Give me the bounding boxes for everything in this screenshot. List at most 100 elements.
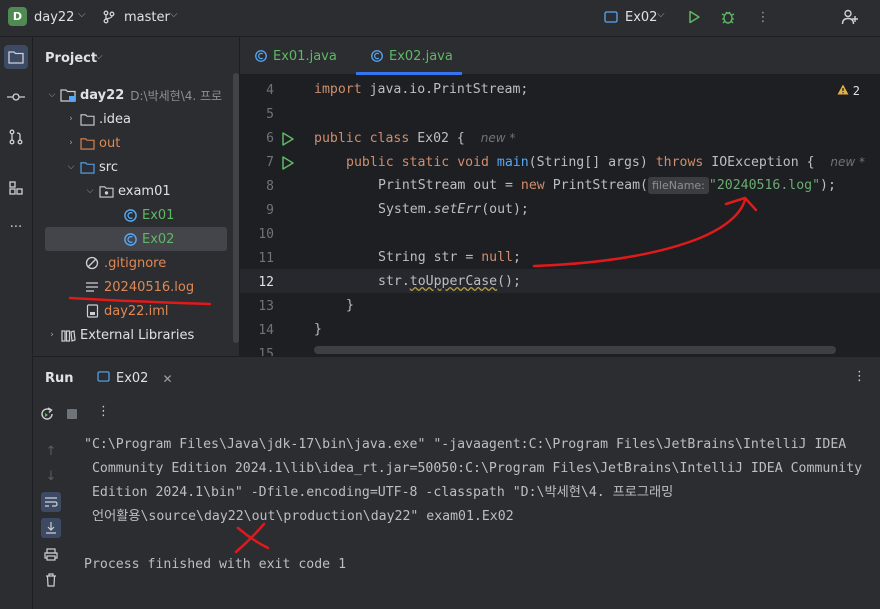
library-icon (59, 327, 77, 343)
more-horizontal-icon[interactable]: ··· (4, 215, 28, 239)
line-number: 14 (258, 323, 274, 338)
close-icon[interactable]: ✕ (162, 372, 172, 386)
application-config-icon (97, 371, 110, 386)
tab-ex02-java[interactable]: Ex02.java (356, 37, 462, 75)
code-line-12: str.toUpperCase(); (378, 274, 521, 289)
current-line-highlight (240, 269, 880, 293)
package-icon (97, 183, 115, 199)
title-bar: D day22 ⌵ master ⌵ Ex02 ⌵ ⋮ (0, 0, 880, 37)
project-folder-icon[interactable] (4, 45, 28, 69)
line-number: 8 (266, 179, 274, 194)
run-icon[interactable] (683, 6, 705, 28)
collapsed-arrow-icon[interactable]: › (45, 330, 59, 340)
code-line-9: System.setErr(out); (378, 202, 529, 217)
pull-requests-icon[interactable] (4, 125, 28, 149)
line-number: 10 (258, 227, 274, 242)
console-line: "C:\Program Files\Java\jdk-17\bin\java.e… (84, 437, 847, 452)
run-main-icon[interactable] (280, 155, 296, 171)
tree-item-ex01[interactable]: Ex01 (33, 203, 233, 227)
more-vertical-icon[interactable]: ⋮ (97, 404, 110, 419)
warning-count: 2 (852, 84, 860, 98)
tree-item-iml[interactable]: day22.iml (33, 299, 233, 323)
console-line: 언어활용\source\day22\out\production\day22" … (84, 509, 514, 524)
warning-icon (837, 84, 849, 98)
expanded-arrow-icon[interactable]: ⌵ (45, 90, 59, 100)
tree-item-external-libraries[interactable]: › External Libraries (33, 323, 233, 347)
scroll-to-end-icon[interactable] (41, 518, 61, 538)
application-config-icon (600, 6, 622, 28)
source-folder-icon (78, 159, 96, 175)
debug-icon[interactable] (717, 6, 739, 28)
inlay-author-hint: new * (480, 131, 516, 145)
code-editor[interactable]: 2 4 5 6 7 8 9 10 11 12 13 14 15 import j… (240, 75, 880, 356)
tree-item-label: 20240516.log (104, 279, 195, 295)
run-config-name[interactable]: Ex02 (625, 10, 657, 25)
trash-icon[interactable] (41, 570, 61, 590)
collapsed-arrow-icon[interactable]: › (64, 114, 78, 124)
structure-icon[interactable] (4, 176, 28, 200)
add-user-icon[interactable] (839, 6, 861, 28)
tree-item-src[interactable]: ⌵ src (33, 155, 233, 179)
text-file-icon (83, 279, 101, 295)
commit-icon[interactable] (4, 85, 28, 109)
java-class-icon (121, 207, 139, 223)
tree-item-label: day22.iml (104, 303, 169, 319)
tree-item-log-file[interactable]: 20240516.log (33, 275, 233, 299)
expanded-arrow-icon[interactable]: ⌵ (83, 186, 97, 196)
tree-item-gitignore[interactable]: .gitignore (33, 251, 233, 275)
tree-item-label: .gitignore (104, 255, 167, 271)
project-name[interactable]: day22 (34, 10, 74, 25)
chevron-down-icon[interactable]: ⌵ (78, 9, 86, 20)
collapsed-arrow-icon[interactable]: › (64, 138, 78, 148)
ignore-file-icon (83, 255, 101, 271)
tree-item-label: out (99, 135, 121, 151)
code-line-14: } (314, 322, 322, 337)
branch-name[interactable]: master (124, 10, 170, 25)
run-class-icon[interactable] (280, 131, 296, 147)
tree-item-idea[interactable]: › .idea (33, 107, 233, 131)
tree-item-day22[interactable]: ⌵ day22 D:\박세현\4. 프로 (33, 83, 233, 107)
arrow-down-icon[interactable]: ↓ (41, 466, 61, 486)
chevron-down-icon[interactable]: ⌵ (95, 51, 103, 62)
line-number: 15 (258, 347, 274, 356)
panel-title: Project (45, 51, 98, 66)
project-scrollbar[interactable] (233, 73, 239, 343)
parameter-hint: fileName: (647, 177, 709, 194)
chevron-down-icon[interactable]: ⌵ (657, 9, 665, 20)
run-panel-header: Run Ex02 ✕ ⋮ (33, 356, 880, 399)
excluded-folder-icon (78, 135, 96, 151)
editor-horizontal-scrollbar[interactable] (314, 346, 836, 354)
tree-item-ex02[interactable]: Ex02 (45, 227, 227, 251)
editor-tabs: Ex01.java Ex02.java (240, 37, 880, 75)
arrow-up-icon[interactable]: ↑ (41, 441, 61, 461)
tree-item-label: Ex02 (142, 231, 175, 247)
line-number: 5 (266, 107, 274, 122)
java-class-icon (368, 48, 386, 64)
chevron-down-icon[interactable]: ⌵ (170, 9, 178, 20)
rerun-icon[interactable] (39, 406, 55, 426)
more-vertical-icon[interactable]: ⋮ (853, 369, 866, 384)
run-side-toolbar: ↑ ↓ (33, 431, 69, 609)
tab-ex01-java[interactable]: Ex01.java (252, 37, 337, 75)
line-number: 13 (258, 299, 274, 314)
expanded-arrow-icon[interactable]: ⌵ (64, 162, 78, 172)
more-vertical-icon[interactable]: ⋮ (752, 6, 774, 28)
tree-item-label: Ex01 (142, 207, 175, 223)
soft-wrap-icon[interactable] (41, 492, 61, 512)
print-icon[interactable] (41, 544, 61, 564)
run-tab-ex02[interactable]: Ex02 ✕ (87, 357, 177, 400)
line-number: 7 (266, 155, 274, 170)
project-badge[interactable]: D (8, 7, 27, 26)
run-panel-title: Run (45, 371, 74, 386)
tree-item-exam01[interactable]: ⌵ exam01 (33, 179, 233, 203)
folder-icon (78, 111, 96, 127)
run-tab-label: Ex02 (116, 371, 149, 386)
console-line: Process finished with exit code 1 (84, 557, 347, 572)
console-output[interactable]: "C:\Program Files\Java\jdk-17\bin\java.e… (69, 431, 880, 609)
stop-icon[interactable] (66, 408, 78, 424)
code-line-8: PrintStream out = new PrintStream(fileNa… (378, 177, 836, 194)
tree-item-label: src (99, 159, 118, 175)
module-folder-icon (59, 87, 77, 103)
tree-item-out[interactable]: › out (33, 131, 233, 155)
warnings-indicator[interactable]: 2 (837, 84, 860, 98)
